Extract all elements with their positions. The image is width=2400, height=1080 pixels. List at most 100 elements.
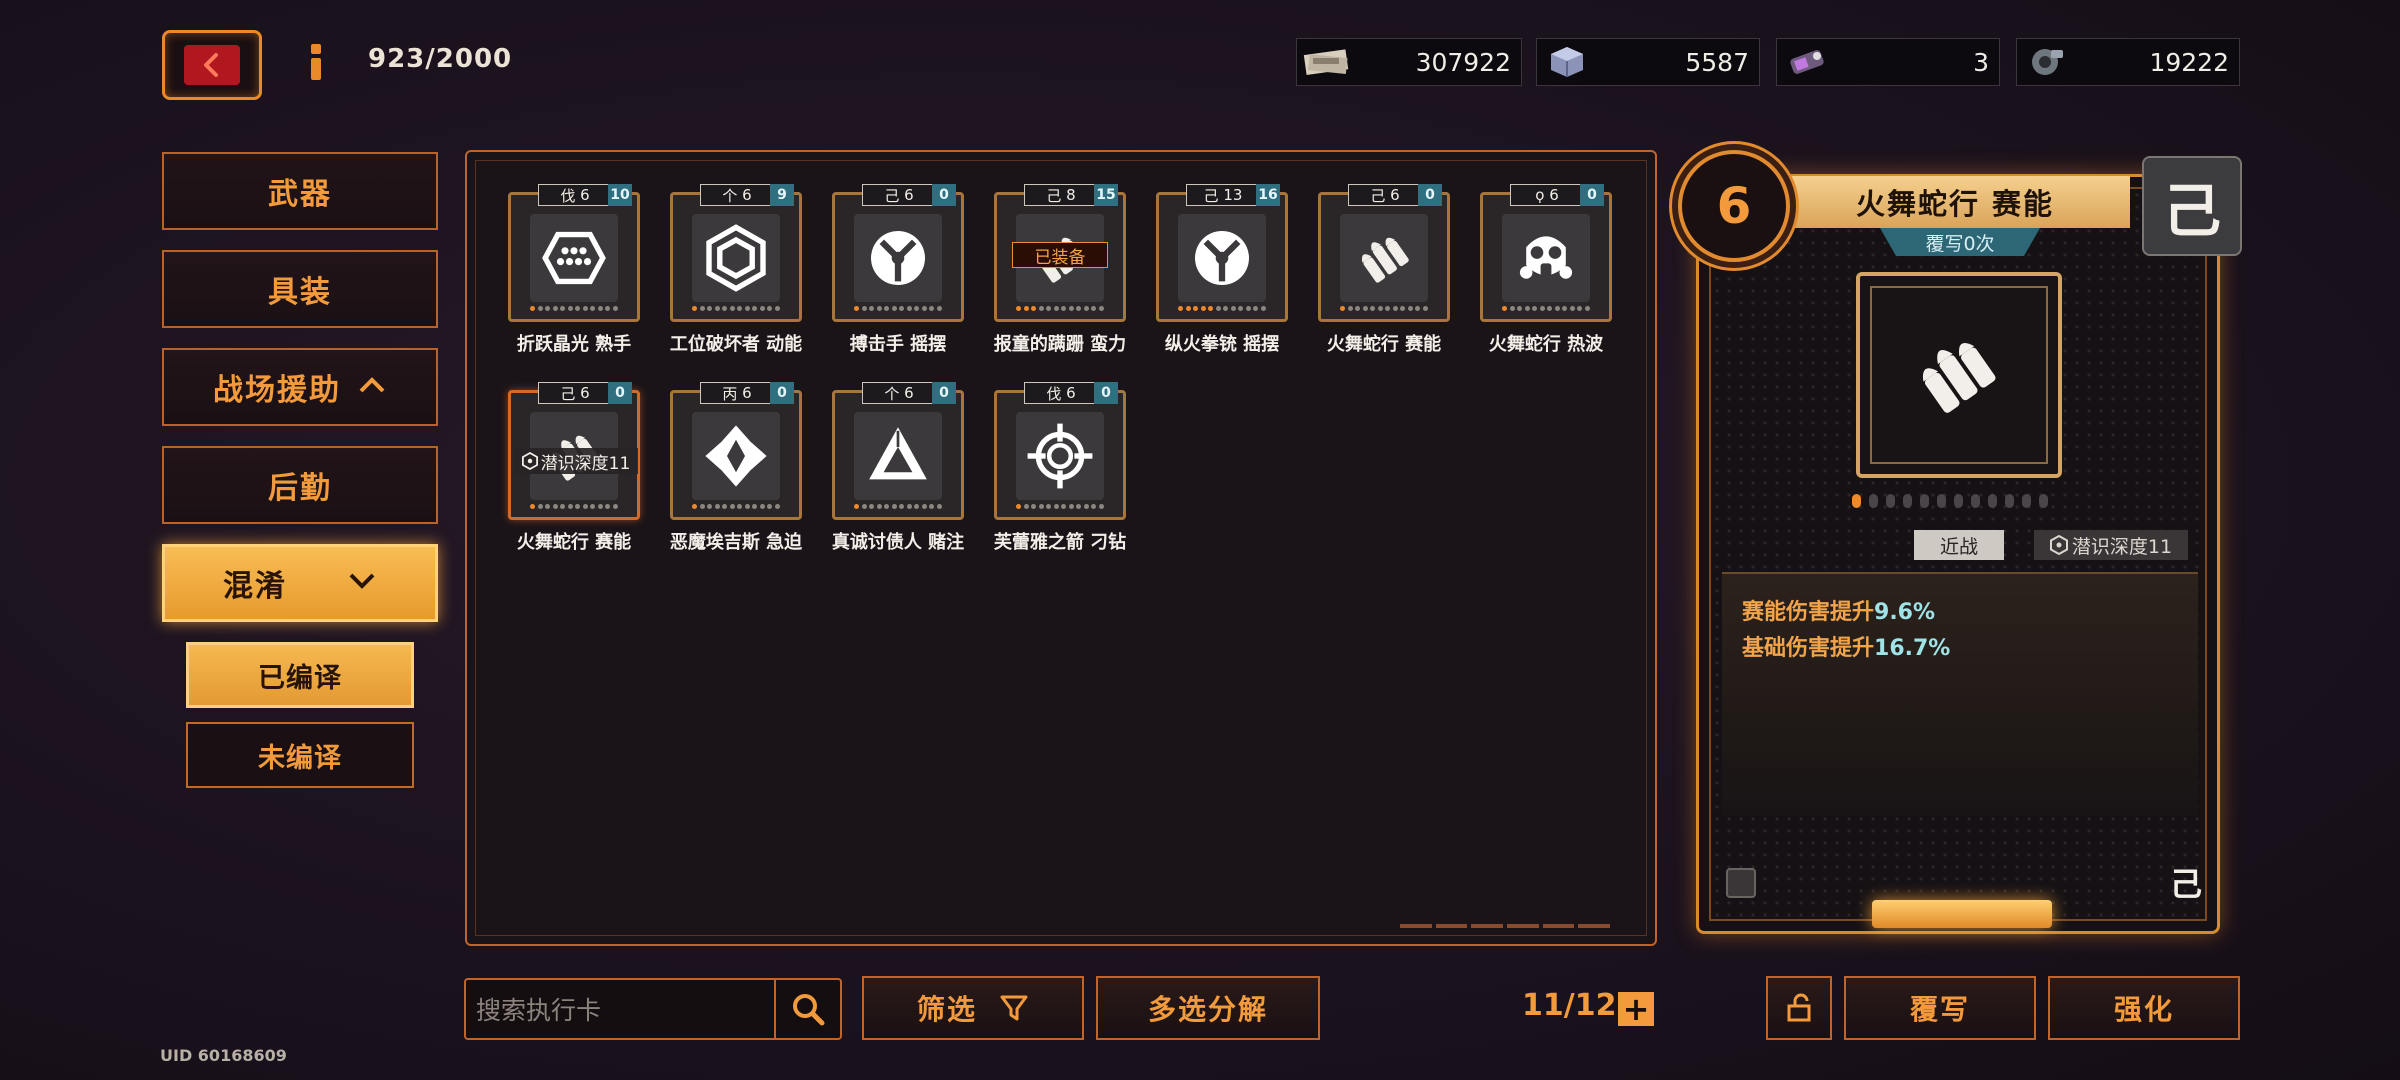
hex-lock-icon: [521, 452, 538, 470]
card-rank-dots: [1016, 504, 1104, 512]
gear-part-icon: [2032, 49, 2063, 75]
stat-line: 基础伤害提升16.7%: [1742, 630, 1950, 662]
expand-capacity-button[interactable]: +: [1618, 990, 1654, 1028]
menu-logistics[interactable]: 后勤: [162, 446, 438, 524]
data-chip-icon: [1790, 50, 1824, 74]
exec-card[interactable]: 个 6 9 工位破坏者 动能: [670, 184, 802, 362]
card-header: 个 6: [862, 382, 936, 404]
card-count: 0: [770, 382, 794, 404]
plus-icon: +: [1622, 990, 1650, 1028]
exec-card[interactable]: 伐 6 0 芙蕾雅之箭 刁钻: [994, 382, 1126, 560]
menu-label: 混淆: [223, 569, 287, 604]
detail-glyph: 己: [2162, 177, 2221, 245]
card-header: 伐 6: [538, 184, 612, 206]
card-rank-dots: [1340, 306, 1428, 314]
level-pip: [2005, 494, 2014, 508]
enhance-label: 强化: [2113, 993, 2174, 1026]
multi-dismantle-button[interactable]: 多选分解: [1096, 976, 1320, 1040]
menu-label: 具装: [268, 275, 332, 310]
card-glyph: 己: [1370, 186, 1386, 205]
card-name: 折跃晶光 熟手: [516, 334, 632, 355]
detail-level-badge: 6: [1678, 150, 1790, 262]
exec-card[interactable]: 丙 6 0 恶魔埃吉斯 急迫: [670, 382, 802, 560]
filter-button[interactable]: 筛选: [862, 976, 1084, 1040]
chevron-up-icon: [357, 372, 387, 402]
card-level: 6: [1549, 186, 1559, 204]
exec-card[interactable]: 己 6 0 搏击手 摇摆: [832, 184, 964, 362]
cash-bundle-icon: [1303, 49, 1349, 75]
card-rank-dots: [854, 306, 942, 314]
depth-lock-badge: 潜识深度11: [514, 448, 638, 474]
card-level: 8: [1066, 186, 1076, 204]
chevron-down-icon: [347, 568, 377, 598]
filter-uncompiled[interactable]: 未编译: [186, 722, 414, 788]
card-header: 己 8: [1024, 184, 1098, 206]
level-pip: [1988, 494, 1997, 508]
enhance-button[interactable]: 强化: [2048, 976, 2240, 1040]
card-level: 6: [742, 186, 752, 204]
back-button[interactable]: [162, 30, 262, 100]
card-glyph: 己: [1203, 186, 1219, 205]
filter-compiled[interactable]: 已编译: [186, 642, 414, 708]
exec-card[interactable]: 伐 6 10 折跃晶光 熟手: [508, 184, 640, 362]
exec-card[interactable]: 己 6 0 潜识深度11 火舞蛇行 赛能: [508, 382, 640, 560]
card-glyph: ϙ: [1535, 186, 1545, 204]
card-level: 13: [1223, 186, 1243, 204]
shell-icon: [1340, 214, 1428, 302]
star-diamond-icon: [692, 412, 780, 500]
level-pip: [1937, 494, 1946, 508]
search-input[interactable]: [474, 988, 768, 1032]
card-header: ϙ 6: [1510, 184, 1584, 206]
menu-label: 武器: [268, 177, 332, 212]
exec-card[interactable]: 己 13 16 纵火拳铳 摇摆: [1156, 184, 1288, 362]
panel-decoration: [1400, 924, 1611, 934]
exec-card[interactable]: 己 6 0 火舞蛇行 赛能: [1318, 184, 1450, 362]
stat-value: 16.7%: [1874, 636, 1951, 661]
tag-depth-label: 潜识深度11: [2071, 535, 2173, 558]
currency-value: 5587: [1685, 47, 1749, 77]
currency-cash: 307922: [1296, 38, 1522, 86]
level-pip: [1886, 494, 1895, 508]
card-count: 9: [770, 184, 794, 206]
info-icon[interactable]: [308, 44, 324, 80]
menu-label: 后勤: [268, 471, 332, 506]
card-rank-dots: [854, 504, 942, 512]
card-header: 个 6: [700, 184, 774, 206]
level-pip: [1920, 494, 1929, 508]
card-rank-dots: [1178, 306, 1266, 314]
card-glyph: 己: [560, 384, 576, 403]
card-count: 0: [608, 382, 632, 404]
shell-icon: [1922, 343, 1996, 413]
sub-label: 未编译: [258, 742, 342, 774]
menu-gear[interactable]: 具装: [162, 250, 438, 328]
detail-footer-glow: [1872, 900, 2052, 928]
card-header: 己 6: [862, 184, 936, 206]
card-level: 6: [1390, 186, 1400, 204]
card-glyph: 丙: [722, 384, 738, 403]
overwrite-button[interactable]: 覆写: [1844, 976, 2036, 1040]
bolt-icon: [1726, 868, 1756, 898]
level-pip: [1903, 494, 1912, 508]
exec-card[interactable]: 个 6 0 真诚讨债人 赌注: [832, 382, 964, 560]
card-glyph: 伐: [1046, 384, 1062, 403]
menu-weapons[interactable]: 武器: [162, 152, 438, 230]
exec-card[interactable]: ϙ 6 0 火舞蛇行 热波: [1480, 184, 1612, 362]
triangle-blade-icon: [854, 412, 942, 500]
level-pip: [1971, 494, 1980, 508]
card-count: 10: [608, 184, 632, 206]
lock-button[interactable]: [1766, 976, 1832, 1040]
search-button[interactable]: [774, 980, 840, 1038]
card-capacity: 923/2000: [368, 44, 513, 74]
currency-value: 3: [1973, 47, 1989, 77]
menu-obfuscation[interactable]: 混淆: [162, 544, 438, 622]
card-header: 伐 6: [1024, 382, 1098, 404]
hex-lock-icon: [2049, 535, 2068, 555]
card-header: 己 13: [1186, 184, 1260, 206]
exec-card[interactable]: 己 8 15 已装备 报童的蹒跚 蛮力: [994, 184, 1126, 362]
card-rank-dots: [692, 306, 780, 314]
card-level: 6: [580, 384, 590, 402]
card-name: 恶魔埃吉斯 急迫: [669, 532, 803, 553]
stat-value: 9.6%: [1874, 600, 1936, 625]
currency-gear: 19222: [2016, 38, 2240, 86]
menu-battle-support[interactable]: 战场援助: [162, 348, 438, 426]
